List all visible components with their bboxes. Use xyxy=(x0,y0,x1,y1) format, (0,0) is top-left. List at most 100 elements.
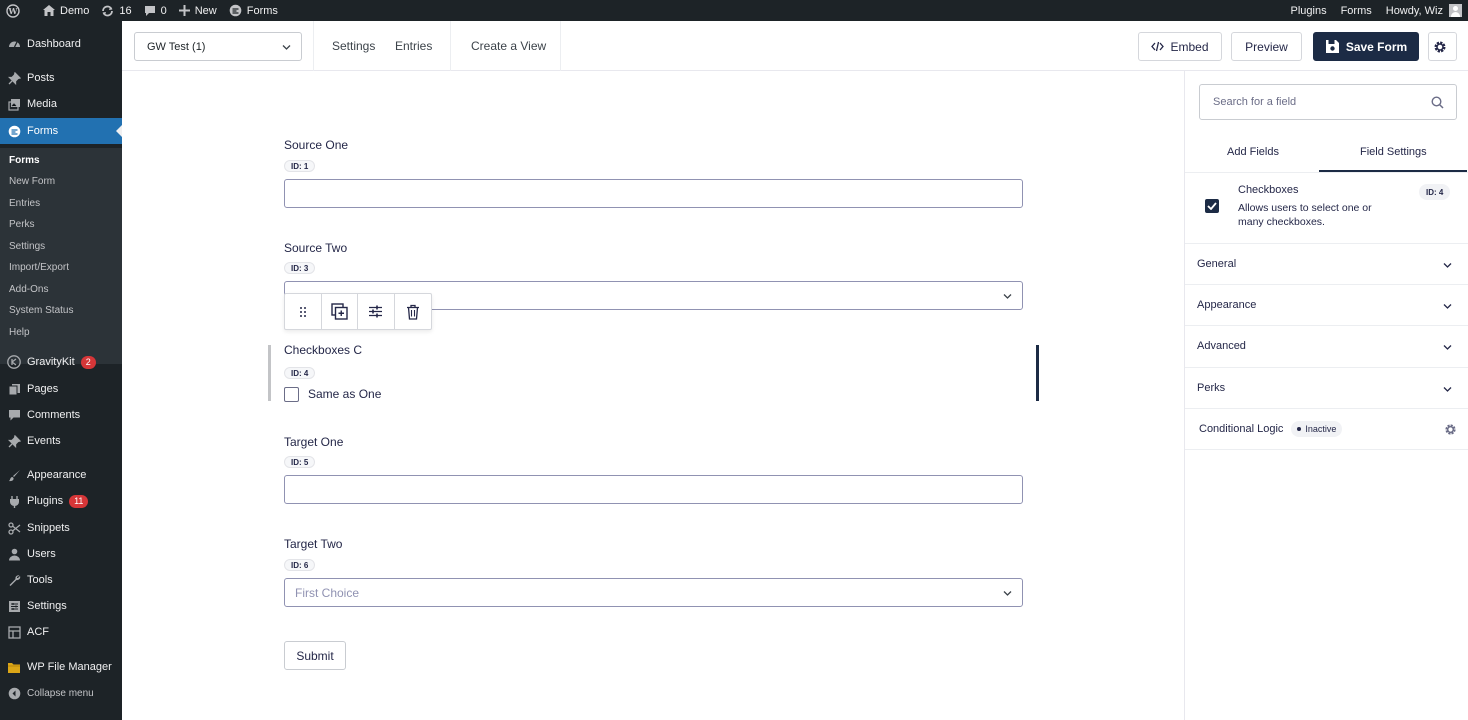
conditional-logic-label: Conditional Logic xyxy=(1199,423,1284,435)
avatar xyxy=(1449,4,1462,17)
field-label-target-one: Target One xyxy=(284,435,344,449)
code-icon xyxy=(1151,41,1165,52)
menu-dashboard[interactable]: Dashboard xyxy=(0,31,122,57)
duplicate-field-button[interactable] xyxy=(322,294,358,329)
menu-acf[interactable]: ACF xyxy=(0,619,122,645)
embed-button[interactable]: Embed xyxy=(1138,32,1222,61)
menu-snippets[interactable]: Snippets xyxy=(0,515,122,541)
submenu-perks[interactable]: Perks xyxy=(9,219,35,230)
gear-icon[interactable] xyxy=(1444,423,1457,436)
tab-field-settings[interactable]: Field Settings xyxy=(1360,146,1427,158)
chevron-down-icon xyxy=(1003,591,1012,596)
collapse-menu-button[interactable]: Collapse menu xyxy=(0,680,122,706)
source-one-input[interactable] xyxy=(284,179,1023,208)
user-icon xyxy=(7,547,21,561)
submenu-import-export[interactable]: Import/Export xyxy=(9,262,69,273)
save-icon xyxy=(1325,40,1339,53)
form-editor-toolbar: GW Test (1) Settings Entries Create a Vi… xyxy=(122,21,1468,71)
forms-submenu: Forms New Form Entries Perks Settings Im… xyxy=(0,148,122,364)
menu-tools[interactable]: Tools xyxy=(0,567,122,593)
submenu-add-ons[interactable]: Add-Ons xyxy=(9,284,48,295)
plug-icon xyxy=(7,494,21,508)
delete-field-button[interactable] xyxy=(395,294,431,329)
field-action-toolbar xyxy=(284,293,432,330)
gravity-forms-icon xyxy=(229,4,242,17)
field-label-source-one: Source One xyxy=(284,138,349,152)
chevron-down-icon xyxy=(282,45,291,50)
trash-icon xyxy=(406,304,419,320)
gravitykit-badge: 2 xyxy=(80,355,96,369)
create-view-link[interactable]: Create a View xyxy=(471,39,546,53)
field-settings-button[interactable] xyxy=(358,294,395,329)
accordion-appearance[interactable]: Appearance xyxy=(1185,284,1468,325)
settings-link[interactable]: Settings xyxy=(332,39,375,53)
submenu-help[interactable]: Help xyxy=(9,327,30,338)
accordion-general[interactable]: General xyxy=(1185,243,1468,284)
menu-appearance[interactable]: Appearance xyxy=(0,462,122,488)
duplicate-icon xyxy=(331,303,348,320)
toolbar-divider xyxy=(560,21,561,71)
menu-gravitykit[interactable]: GravityKit 2 xyxy=(0,349,122,375)
chevron-down-icon xyxy=(1443,345,1452,350)
forms-link[interactable]: Forms xyxy=(223,0,284,21)
entries-link[interactable]: Entries xyxy=(395,39,432,53)
submit-button[interactable]: Submit xyxy=(284,641,346,670)
menu-settings[interactable]: Settings xyxy=(0,593,122,619)
sliders-icon xyxy=(369,305,383,318)
site-name-link[interactable]: Demo xyxy=(31,0,95,21)
menu-media[interactable]: Media xyxy=(0,91,122,117)
submenu-entries[interactable]: Entries xyxy=(9,198,40,209)
menu-pages[interactable]: Pages xyxy=(0,376,122,402)
toolbar-divider xyxy=(313,21,314,71)
menu-comments[interactable]: Comments xyxy=(0,402,122,428)
menu-forms[interactable]: Forms xyxy=(0,118,122,144)
menu-plugins[interactable]: Plugins 11 xyxy=(0,488,122,514)
conditional-logic-row[interactable]: Conditional Logic Inactive xyxy=(1185,408,1468,450)
tab-divider xyxy=(1185,172,1468,173)
target-two-select[interactable]: First Choice xyxy=(284,578,1023,607)
admin-bar: W Demo 16 0 New Forms Plugins Forms Howd… xyxy=(0,0,1468,21)
new-content-link[interactable]: New xyxy=(173,0,223,21)
selected-field-indicator-left xyxy=(268,345,271,401)
submenu-settings[interactable]: Settings xyxy=(9,241,45,252)
accordion-perks[interactable]: Perks xyxy=(1185,367,1468,408)
site-name: Demo xyxy=(60,4,90,17)
toolbar-divider xyxy=(450,21,451,71)
accordion-advanced[interactable]: Advanced xyxy=(1185,325,1468,366)
gravity-forms-icon xyxy=(7,124,21,138)
file-manager-icon xyxy=(7,660,21,674)
same-as-one-checkbox[interactable] xyxy=(284,387,299,402)
wordpress-logo-icon[interactable]: W xyxy=(0,0,31,21)
field-id-badge: ID: 1 xyxy=(284,160,316,172)
comment-icon xyxy=(144,5,155,16)
menu-wp-file-manager[interactable]: WP File Manager xyxy=(0,654,122,680)
menu-posts[interactable]: Posts xyxy=(0,65,122,91)
field-search-input[interactable]: Search for a field xyxy=(1199,84,1457,120)
chevron-down-icon xyxy=(1443,304,1452,309)
menu-events[interactable]: Events xyxy=(0,428,122,454)
plugins-link[interactable]: Plugins xyxy=(1285,0,1335,21)
target-one-input[interactable] xyxy=(284,475,1023,504)
field-id-badge: ID: 6 xyxy=(284,559,316,571)
field-label-checkboxes[interactable]: Checkboxes C xyxy=(284,343,362,357)
account-menu[interactable]: Howdy, Wiz xyxy=(1380,0,1468,21)
submenu-new-form[interactable]: New Form xyxy=(9,176,55,187)
form-switcher-select[interactable]: GW Test (1) xyxy=(134,32,302,61)
menu-users[interactable]: Users xyxy=(0,541,122,567)
preview-button[interactable]: Preview xyxy=(1231,32,1302,61)
submenu-forms[interactable]: Forms xyxy=(9,155,40,166)
home-icon xyxy=(43,5,55,16)
form-settings-button[interactable] xyxy=(1428,32,1457,61)
tab-add-fields[interactable]: Add Fields xyxy=(1227,146,1279,158)
forms-right-link[interactable]: Forms xyxy=(1335,0,1380,21)
drag-handle[interactable] xyxy=(285,294,322,329)
submenu-system-status[interactable]: System Status xyxy=(9,305,73,316)
updates-link[interactable]: 16 xyxy=(95,0,137,21)
field-label-source-two: Source Two xyxy=(284,241,348,255)
pushpin-icon xyxy=(7,434,21,448)
plus-icon xyxy=(178,5,190,16)
svg-text:W: W xyxy=(8,6,19,16)
save-form-button[interactable]: Save Form xyxy=(1313,32,1419,61)
active-tab-indicator xyxy=(1319,170,1467,172)
comments-link[interactable]: 0 xyxy=(138,0,173,21)
